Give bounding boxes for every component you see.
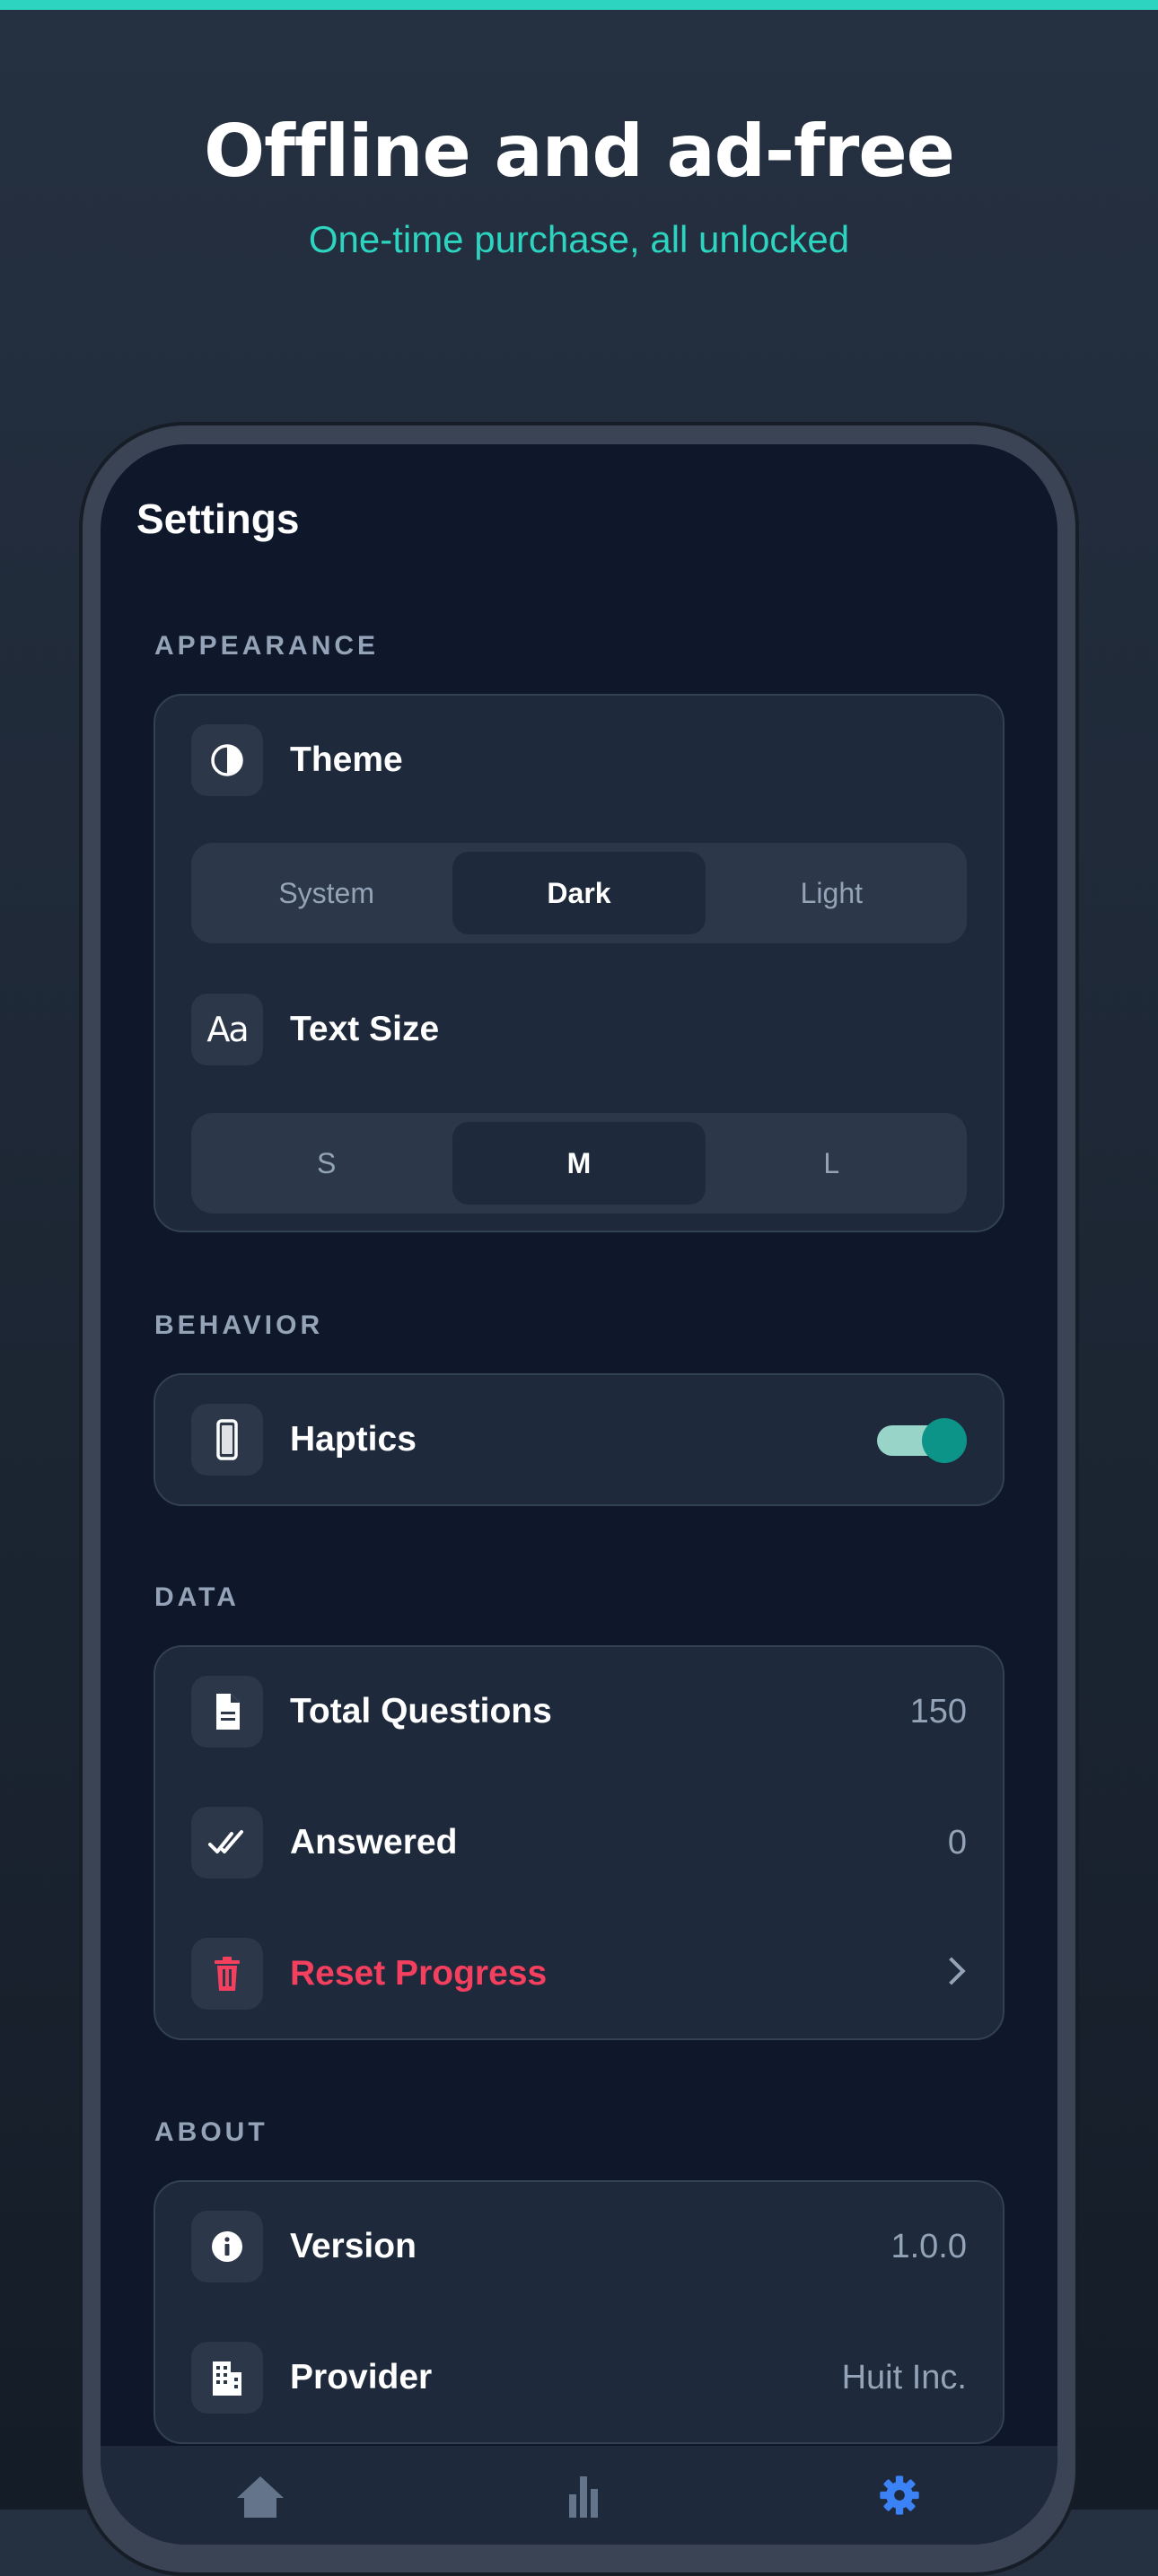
trash-icon	[191, 1938, 263, 2010]
tab-stats[interactable]	[557, 2473, 628, 2545]
gear-icon	[880, 2475, 919, 2515]
about-card: Version 1.0.0 Provider Huit Inc.	[154, 2180, 1004, 2444]
theme-row: Theme	[191, 724, 967, 796]
answered-label: Answered	[290, 1823, 458, 1862]
version-value: 1.0.0	[890, 2228, 967, 2265]
reset-progress-row[interactable]: Reset Progress	[191, 1938, 967, 2010]
chart-icon	[569, 2476, 598, 2518]
chevron-right-icon	[937, 1957, 966, 1985]
section-label-data: DATA	[154, 1582, 240, 1612]
info-icon	[191, 2211, 263, 2282]
provider-value: Huit Inc.	[841, 2359, 967, 2396]
total-questions-row: Total Questions 150	[191, 1676, 967, 1748]
text-size-row: Aa Text Size	[191, 994, 967, 1065]
provider-label: Provider	[290, 2358, 433, 2396]
double-check-icon	[191, 1807, 263, 1879]
theme-label: Theme	[290, 740, 403, 779]
toggle-knob	[922, 1418, 967, 1463]
text-size-segmented-control: S M L	[191, 1113, 967, 1214]
promo-headline: Offline and ad-free	[204, 110, 955, 193]
tab-home[interactable]	[233, 2473, 305, 2545]
total-questions-value: 150	[909, 1693, 967, 1730]
haptics-toggle[interactable]	[877, 1418, 967, 1463]
tab-settings[interactable]	[873, 2473, 944, 2545]
behavior-card: Haptics	[154, 1373, 1004, 1506]
answered-value: 0	[947, 1824, 967, 1862]
text-size-option-m[interactable]: M	[452, 1122, 706, 1205]
appearance-card: Theme System Dark Light Aa Text Size S M…	[154, 694, 1004, 1232]
settings-screen: Settings APPEARANCE Theme System Dark Li…	[101, 444, 1057, 2545]
tab-bar	[101, 2446, 1057, 2545]
promo-subheadline: One-time purchase, all unlocked	[308, 218, 850, 260]
document-icon	[191, 1676, 263, 1748]
theme-segmented-control: System Dark Light	[191, 843, 967, 943]
version-row: Version 1.0.0	[191, 2211, 967, 2282]
answered-row: Answered 0	[191, 1807, 967, 1879]
text-size-option-s[interactable]: S	[200, 1122, 452, 1205]
contrast-icon	[191, 724, 263, 796]
provider-row: Provider Huit Inc.	[191, 2342, 967, 2414]
haptics-label: Haptics	[290, 1420, 417, 1459]
theme-option-light[interactable]: Light	[706, 852, 958, 934]
text-size-label: Text Size	[290, 1010, 440, 1048]
version-label: Version	[290, 2227, 417, 2265]
section-label-appearance: APPEARANCE	[154, 631, 380, 661]
text-size-option-l[interactable]: L	[706, 1122, 958, 1205]
theme-option-system[interactable]: System	[200, 852, 452, 934]
building-icon	[191, 2342, 263, 2414]
haptics-row: Haptics	[191, 1404, 967, 1476]
theme-option-dark[interactable]: Dark	[452, 852, 706, 934]
text-size-icon: Aa	[191, 994, 263, 1065]
total-questions-label: Total Questions	[290, 1692, 552, 1730]
top-accent-bar	[0, 0, 1158, 10]
phone-icon	[191, 1404, 263, 1476]
reset-progress-label: Reset Progress	[290, 1954, 548, 1993]
data-card: Total Questions 150 Answered 0 Reset Pro…	[154, 1645, 1004, 2040]
section-label-about: ABOUT	[154, 2117, 268, 2147]
page-title: Settings	[136, 495, 300, 542]
home-icon	[237, 2476, 284, 2518]
section-label-behavior: BEHAVIOR	[154, 1310, 324, 1340]
